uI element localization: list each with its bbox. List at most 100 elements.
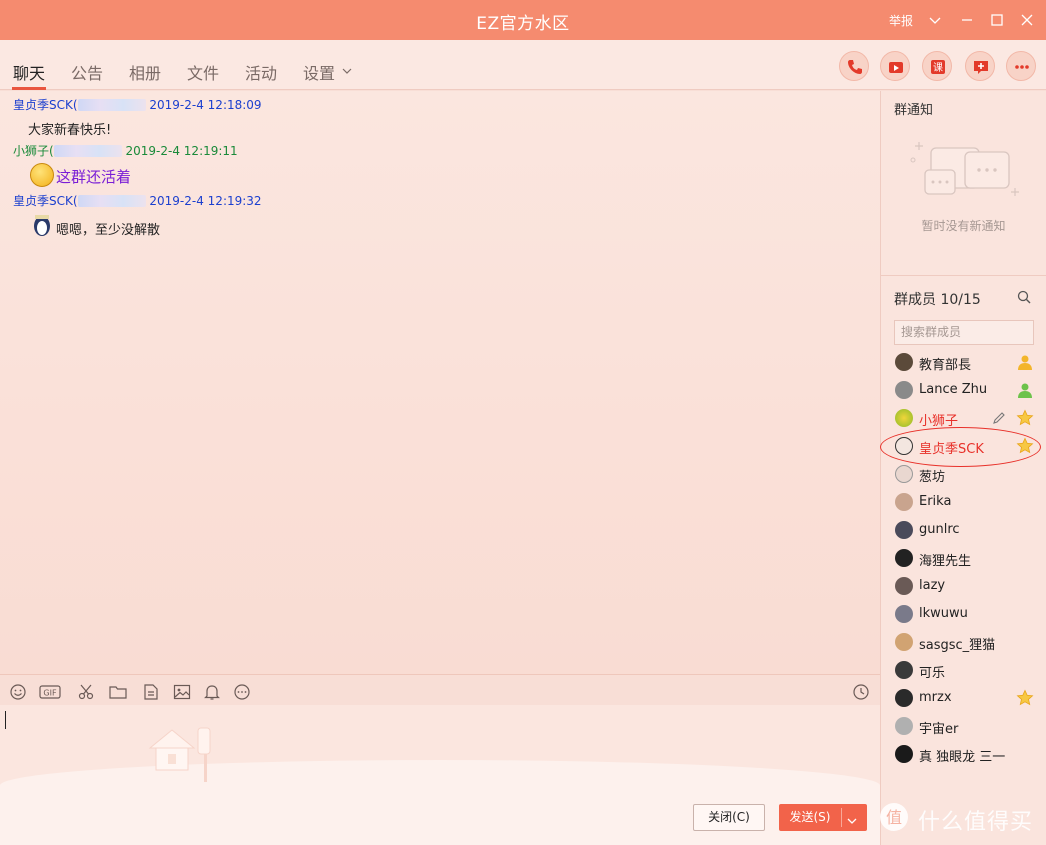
tab-album[interactable]: 相册: [129, 60, 161, 84]
scissors-icon[interactable]: [77, 683, 95, 701]
member-name: 真 独眼龙 三一: [919, 750, 1006, 765]
member-name: sasgsc_狸猫: [919, 638, 996, 653]
member-name: 教育部長: [919, 358, 972, 373]
member-item[interactable]: gunlrc: [894, 520, 1044, 542]
message-header: 小狮子( 2019-2-4 12:19:11: [13, 142, 238, 159]
avatar: [895, 745, 913, 763]
close-button[interactable]: 关闭(C): [693, 804, 765, 831]
highlight-circle-annotation: [880, 427, 1041, 467]
chevron-down-icon[interactable]: [342, 64, 352, 78]
message-text: 大家新春快乐!: [28, 123, 112, 138]
member-name: lkwuwu: [919, 606, 968, 621]
message-time: 2019-2-4 12:19:32: [149, 194, 262, 208]
history-clock-icon[interactable]: [852, 683, 870, 701]
message-text: 这群还活着: [56, 168, 132, 186]
member-name: 可乐: [919, 666, 946, 681]
member-item[interactable]: 可乐: [894, 660, 1044, 682]
blurred-id: [53, 145, 122, 157]
avatar: [895, 549, 913, 567]
maximize-icon[interactable]: [986, 9, 1008, 31]
message-time: 2019-2-4 12:18:09: [149, 98, 262, 112]
search-icon[interactable]: [1017, 290, 1031, 307]
folder-icon[interactable]: [109, 683, 127, 701]
more-options-icon[interactable]: [233, 683, 251, 701]
image-icon[interactable]: [173, 683, 191, 701]
member-name: 葱坊: [919, 470, 946, 485]
add-app-button[interactable]: [965, 51, 995, 81]
member-name: gunlrc: [919, 522, 960, 537]
star-icon: [1016, 689, 1034, 710]
blurred-id: [77, 195, 146, 207]
watermark: 值 什么值得买: [874, 800, 1046, 835]
message-text: 嗯嗯，至少没解散: [56, 223, 161, 238]
avatar: [895, 717, 913, 735]
active-tab-indicator: [12, 87, 46, 90]
avatar: [895, 353, 913, 371]
avatar: [895, 409, 913, 427]
avatar: [895, 605, 913, 623]
penguin-emoji-icon: [31, 213, 53, 240]
class-button[interactable]: 课: [922, 51, 952, 81]
video-call-button[interactable]: [880, 51, 910, 81]
avatar: [895, 577, 913, 595]
sender-name[interactable]: 皇贞季SCK(: [13, 98, 78, 112]
svg-text:值: 值: [886, 808, 902, 827]
voice-call-button[interactable]: [839, 51, 869, 81]
tab-chat[interactable]: 聊天: [13, 60, 45, 84]
member-item[interactable]: 葱坊: [894, 464, 1044, 486]
member-name: mrzx: [919, 690, 952, 705]
message-header: 皇贞季SCK( 2019-2-4 12:19:32: [13, 192, 262, 209]
member-item[interactable]: lkwuwu: [894, 604, 1044, 626]
star-icon: [1016, 409, 1034, 430]
edit-pencil-icon[interactable]: [992, 411, 1006, 428]
member-item[interactable]: 教育部長: [894, 352, 1044, 374]
sender-name[interactable]: 皇贞季SCK(: [13, 194, 78, 208]
member-name: lazy: [919, 578, 946, 593]
chevron-down-icon[interactable]: [924, 9, 946, 31]
emoji-icon[interactable]: [9, 683, 27, 701]
video-icon: [889, 62, 903, 73]
more-button[interactable]: [1006, 51, 1036, 81]
member-item[interactable]: sasgsc_狸猫: [894, 632, 1044, 654]
send-button-label: 发送(S): [789, 810, 831, 824]
member-item[interactable]: 海狸先生: [894, 548, 1044, 570]
divider: [880, 91, 881, 845]
sender-name[interactable]: 小狮子(: [13, 144, 54, 158]
divider: [881, 275, 1046, 276]
tab-settings[interactable]: 设置: [303, 60, 335, 84]
watermark-text: 什么值得买: [918, 810, 1034, 835]
member-name: Erika: [919, 494, 952, 509]
svg-text:课: 课: [933, 62, 943, 74]
close-icon[interactable]: [1016, 9, 1038, 31]
class-icon: 课: [931, 60, 945, 74]
member-item[interactable]: lazy: [894, 576, 1044, 598]
member-name: 宇宙er: [919, 722, 959, 737]
more-icon: [1015, 65, 1029, 69]
tab-activities[interactable]: 活动: [245, 60, 277, 84]
divider: [841, 808, 842, 827]
minimize-icon[interactable]: [956, 9, 978, 31]
member-item[interactable]: 宇宙er: [894, 716, 1044, 738]
house-decoration: [146, 724, 226, 784]
member-search-input[interactable]: 搜索群成员: [894, 320, 1034, 345]
send-button[interactable]: 发送(S): [779, 804, 867, 831]
document-icon[interactable]: [142, 683, 160, 701]
owner-person-icon: [1016, 353, 1034, 374]
avatar: [895, 633, 913, 651]
member-item[interactable]: Erika: [894, 492, 1044, 514]
tab-files[interactable]: 文件: [187, 60, 219, 84]
member-item[interactable]: Lance Zhu: [894, 380, 1044, 402]
avatar: [895, 465, 913, 483]
no-notice-text: 暂时没有新通知: [921, 219, 1006, 233]
chat-message-area[interactable]: [0, 91, 880, 674]
bell-icon[interactable]: [203, 683, 221, 701]
member-item[interactable]: 真 独眼龙 三一: [894, 744, 1044, 766]
member-item[interactable]: mrzx: [894, 688, 1044, 710]
surprised-emoji-icon: [30, 163, 54, 187]
gif-icon[interactable]: GIF: [39, 683, 63, 701]
watermark-logo-icon: 值: [880, 803, 908, 831]
chevron-down-icon[interactable]: [847, 814, 857, 828]
report-link[interactable]: 举报: [889, 12, 913, 29]
tab-announcement[interactable]: 公告: [71, 60, 103, 84]
avatar: [895, 493, 913, 511]
